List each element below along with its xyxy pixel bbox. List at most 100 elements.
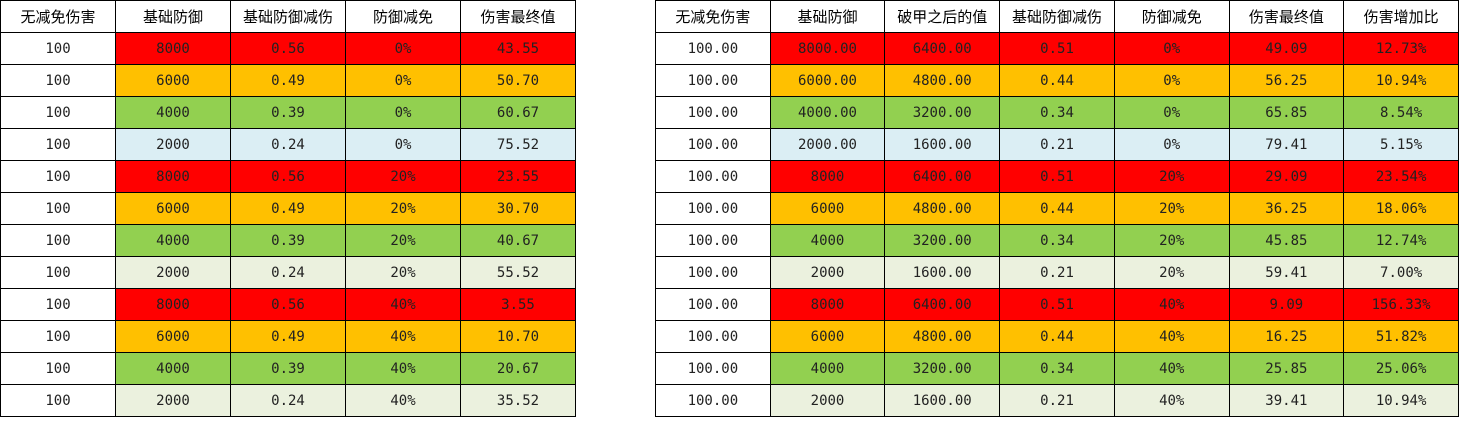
left-data-cell[interactable]: 0% — [345, 64, 461, 97]
left-data-cell[interactable]: 8000 — [115, 288, 231, 321]
right-data-cell[interactable]: 20% — [1113, 192, 1230, 225]
left-data-cell[interactable]: 20% — [345, 256, 461, 289]
left-data-cell[interactable]: 0.56 — [230, 32, 346, 65]
right-data-cell[interactable]: 0.51 — [999, 160, 1115, 193]
right-data-cell[interactable]: 2000 — [769, 256, 886, 289]
left-data-cell[interactable]: 0.49 — [230, 192, 346, 225]
left-data-cell[interactable]: 100 — [0, 192, 116, 225]
left-header-cell[interactable]: 无减免伤害 — [0, 0, 116, 33]
right-header-cell[interactable]: 伤害最终值 — [1228, 0, 1345, 33]
right-header-cell[interactable]: 伤害增加比 — [1343, 0, 1459, 33]
right-data-cell[interactable]: 12.73% — [1343, 32, 1459, 65]
right-data-cell[interactable]: 8.54% — [1343, 96, 1459, 129]
right-data-cell[interactable]: 100.00 — [655, 64, 771, 97]
left-data-cell[interactable]: 20.67 — [460, 352, 576, 385]
right-data-cell[interactable]: 0.44 — [999, 64, 1115, 97]
right-data-cell[interactable]: 20% — [1113, 256, 1230, 289]
right-data-cell[interactable]: 0.21 — [999, 256, 1115, 289]
right-header-cell[interactable]: 破甲之后的值 — [884, 0, 1001, 33]
right-data-cell[interactable]: 100.00 — [655, 192, 771, 225]
right-data-cell[interactable]: 25.06% — [1343, 352, 1459, 385]
right-data-cell[interactable]: 40% — [1113, 288, 1230, 321]
left-data-cell[interactable]: 6000 — [115, 64, 231, 97]
right-data-cell[interactable]: 20% — [1113, 224, 1230, 257]
left-data-cell[interactable]: 4000 — [115, 224, 231, 257]
right-data-cell[interactable]: 2000 — [769, 384, 886, 417]
left-data-cell[interactable]: 100 — [0, 96, 116, 129]
left-data-cell[interactable]: 3.55 — [460, 288, 576, 321]
right-data-cell[interactable]: 100.00 — [655, 160, 771, 193]
right-data-cell[interactable]: 3200.00 — [884, 352, 1001, 385]
left-data-cell[interactable]: 40% — [345, 352, 461, 385]
right-data-cell[interactable]: 4800.00 — [884, 64, 1001, 97]
right-data-cell[interactable]: 100.00 — [655, 256, 771, 289]
right-header-cell[interactable]: 基础防御减伤 — [999, 0, 1115, 33]
left-data-cell[interactable]: 6000 — [115, 320, 231, 353]
left-data-cell[interactable]: 40% — [345, 288, 461, 321]
left-data-cell[interactable]: 0.49 — [230, 320, 346, 353]
right-data-cell[interactable]: 100.00 — [655, 320, 771, 353]
right-data-cell[interactable]: 12.74% — [1343, 224, 1459, 257]
left-data-cell[interactable]: 100 — [0, 352, 116, 385]
right-data-cell[interactable]: 2000.00 — [769, 128, 886, 161]
left-data-cell[interactable]: 35.52 — [460, 384, 576, 417]
left-data-cell[interactable]: 0.56 — [230, 288, 346, 321]
left-data-cell[interactable]: 50.70 — [460, 64, 576, 97]
right-data-cell[interactable]: 8000.00 — [769, 32, 886, 65]
right-data-cell[interactable]: 6400.00 — [884, 160, 1001, 193]
left-data-cell[interactable]: 2000 — [115, 384, 231, 417]
right-data-cell[interactable]: 10.94% — [1343, 384, 1459, 417]
left-data-cell[interactable]: 43.55 — [460, 32, 576, 65]
right-header-cell[interactable]: 防御减免 — [1113, 0, 1230, 33]
right-data-cell[interactable]: 51.82% — [1343, 320, 1459, 353]
right-data-cell[interactable]: 6400.00 — [884, 32, 1001, 65]
right-data-cell[interactable]: 56.25 — [1228, 64, 1345, 97]
right-data-cell[interactable]: 8000 — [769, 288, 886, 321]
left-data-cell[interactable]: 8000 — [115, 160, 231, 193]
left-data-cell[interactable]: 100 — [0, 288, 116, 321]
left-data-cell[interactable]: 30.70 — [460, 192, 576, 225]
left-header-cell[interactable]: 伤害最终值 — [460, 0, 576, 33]
right-data-cell[interactable]: 0% — [1113, 32, 1230, 65]
left-data-cell[interactable]: 55.52 — [460, 256, 576, 289]
right-data-cell[interactable]: 23.54% — [1343, 160, 1459, 193]
right-data-cell[interactable]: 36.25 — [1228, 192, 1345, 225]
right-header-cell[interactable]: 基础防御 — [769, 0, 886, 33]
right-data-cell[interactable]: 3200.00 — [884, 96, 1001, 129]
right-data-cell[interactable]: 6000 — [769, 320, 886, 353]
left-data-cell[interactable]: 0.24 — [230, 128, 346, 161]
left-data-cell[interactable]: 20% — [345, 160, 461, 193]
left-data-cell[interactable]: 6000 — [115, 192, 231, 225]
right-data-cell[interactable]: 100.00 — [655, 32, 771, 65]
right-data-cell[interactable]: 4800.00 — [884, 192, 1001, 225]
left-data-cell[interactable]: 2000 — [115, 256, 231, 289]
right-data-cell[interactable]: 25.85 — [1228, 352, 1345, 385]
right-data-cell[interactable]: 8000 — [769, 160, 886, 193]
right-data-cell[interactable]: 6000.00 — [769, 64, 886, 97]
right-data-cell[interactable]: 65.85 — [1228, 96, 1345, 129]
left-data-cell[interactable]: 100 — [0, 160, 116, 193]
left-data-cell[interactable]: 20% — [345, 192, 461, 225]
left-data-cell[interactable]: 4000 — [115, 352, 231, 385]
left-data-cell[interactable]: 0.56 — [230, 160, 346, 193]
right-data-cell[interactable]: 29.09 — [1228, 160, 1345, 193]
right-data-cell[interactable]: 49.09 — [1228, 32, 1345, 65]
right-data-cell[interactable]: 79.41 — [1228, 128, 1345, 161]
left-data-cell[interactable]: 4000 — [115, 96, 231, 129]
left-data-cell[interactable]: 100 — [0, 128, 116, 161]
left-data-cell[interactable]: 0.39 — [230, 224, 346, 257]
right-data-cell[interactable]: 4000.00 — [769, 96, 886, 129]
right-data-cell[interactable]: 4800.00 — [884, 320, 1001, 353]
right-data-cell[interactable]: 0% — [1113, 64, 1230, 97]
right-data-cell[interactable]: 100.00 — [655, 128, 771, 161]
left-data-cell[interactable]: 75.52 — [460, 128, 576, 161]
right-data-cell[interactable]: 0.21 — [999, 384, 1115, 417]
right-data-cell[interactable]: 156.33% — [1343, 288, 1459, 321]
right-data-cell[interactable]: 18.06% — [1343, 192, 1459, 225]
right-data-cell[interactable]: 4000 — [769, 352, 886, 385]
right-data-cell[interactable]: 100.00 — [655, 384, 771, 417]
left-data-cell[interactable]: 100 — [0, 64, 116, 97]
right-data-cell[interactable]: 6000 — [769, 192, 886, 225]
right-data-cell[interactable]: 1600.00 — [884, 256, 1001, 289]
right-data-cell[interactable]: 6400.00 — [884, 288, 1001, 321]
